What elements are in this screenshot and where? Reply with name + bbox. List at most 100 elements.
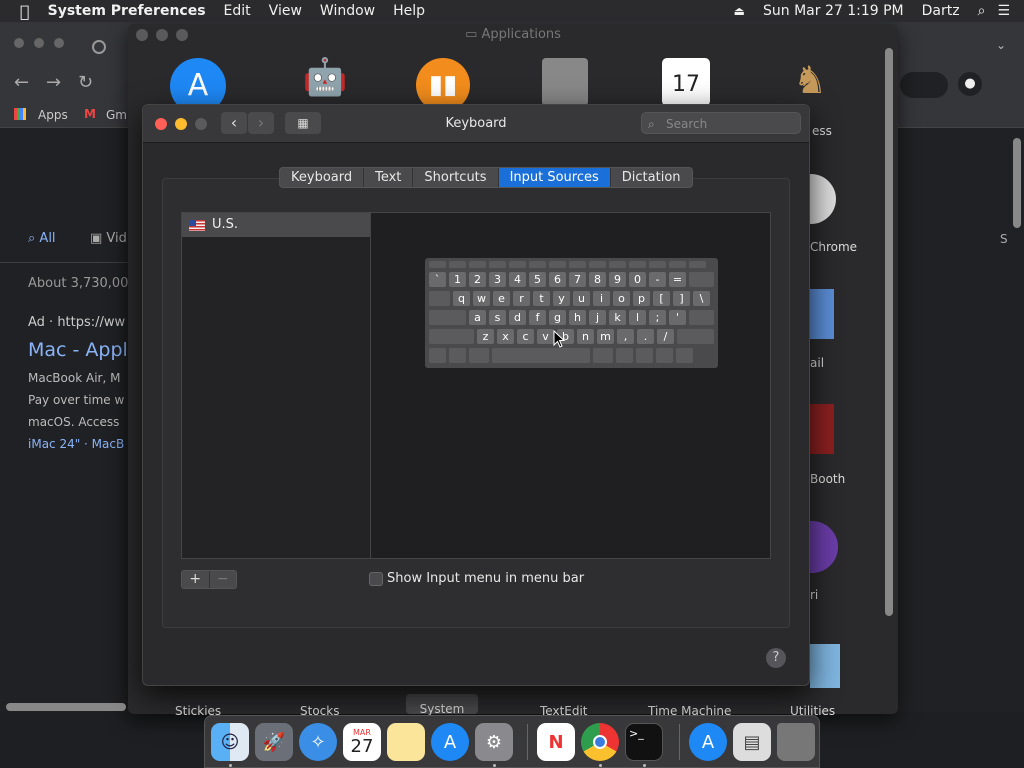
finder-scrollbar[interactable] (885, 48, 893, 616)
key-]: ] (673, 291, 690, 306)
input-source-list[interactable]: U.S. (181, 212, 371, 559)
tab-keyboard[interactable]: Keyboard (280, 168, 365, 187)
spotlight-icon[interactable]: ⌕ (978, 3, 986, 19)
trash-icon[interactable] (777, 723, 815, 761)
chrome-app-icon[interactable] (808, 174, 836, 224)
app-store-icon[interactable]: A (431, 723, 469, 761)
utilities-folder-icon[interactable] (810, 644, 840, 688)
add-source-button[interactable]: + (182, 571, 209, 588)
calculator-icon[interactable] (542, 58, 588, 106)
chevron-right-icon: › (257, 113, 265, 132)
user-name[interactable]: Dartz (922, 3, 960, 19)
zoom-button[interactable] (195, 118, 207, 130)
apple-menu-icon[interactable]:  (20, 2, 30, 21)
chess-icon[interactable]: ♞ (784, 58, 836, 110)
key-1: 1 (449, 272, 466, 287)
launchpad-icon[interactable]: 🚀 (255, 723, 293, 761)
menu-app-name[interactable]: System Preferences (48, 3, 206, 19)
profile-icon[interactable]: ● (958, 72, 982, 96)
bookmark-apps[interactable]: Apps (38, 108, 68, 122)
calendar-app-icon[interactable]: 17 (662, 58, 710, 106)
bottom-row-key (636, 348, 653, 363)
tab-dictation[interactable]: Dictation (611, 168, 692, 187)
terminal-icon[interactable]: >_ (625, 723, 663, 761)
key-`: ` (429, 272, 446, 287)
key--: - (649, 272, 666, 287)
close-button[interactable] (155, 118, 167, 130)
forward-button[interactable]: › (248, 112, 274, 134)
chrome-scrollbar[interactable] (1013, 138, 1021, 228)
omnibox-end[interactable] (900, 72, 948, 98)
function-key (489, 261, 506, 268)
reload-icon[interactable]: ↻ (78, 72, 93, 93)
bottom-row-key (429, 348, 446, 363)
calendar-day: 27 (350, 735, 374, 757)
bottom-row-key (469, 348, 489, 363)
window-title: Keyboard (445, 116, 507, 131)
remove-source-button[interactable]: − (208, 571, 236, 588)
function-key (549, 261, 566, 268)
key-5: 5 (529, 272, 546, 287)
ad-title[interactable]: Mac - Apple (28, 339, 140, 361)
control-center-icon[interactable]: ☰ (997, 3, 1010, 19)
menu-help[interactable]: Help (393, 3, 425, 19)
key-\: \ (693, 291, 710, 306)
clock[interactable]: Sun Mar 27 1:19 PM (763, 3, 904, 19)
function-key (449, 261, 466, 268)
tab-shortcuts[interactable]: Shortcuts (413, 168, 499, 187)
list-item-us[interactable]: U.S. (182, 213, 370, 237)
key-n: n (577, 329, 594, 344)
key-3: 3 (489, 272, 506, 287)
system-preferences-icon[interactable]: ⚙ (475, 723, 513, 761)
bookmark-gmail[interactable]: Gm (106, 108, 127, 122)
menu-view[interactable]: View (269, 3, 302, 19)
show-all-button[interactable]: ▦ (285, 112, 321, 134)
finder-icon[interactable]: ☺ (211, 723, 249, 761)
chrome-icon[interactable] (581, 723, 619, 761)
chrome-close-dot[interactable] (14, 38, 24, 48)
menu-edit[interactable]: Edit (224, 3, 251, 19)
safari-icon[interactable]: ✧ (299, 723, 337, 761)
tab-text[interactable]: Text (364, 168, 414, 187)
chevron-left-icon: ‹ (230, 113, 238, 132)
chrome-zoom-dot[interactable] (54, 38, 64, 48)
chevron-down-icon[interactable]: ⌄ (996, 38, 1006, 52)
gmail-icon: M (84, 107, 96, 121)
calendar-icon[interactable]: MAR 27 (343, 723, 381, 761)
help-button[interactable]: ? (766, 648, 786, 668)
key-8: 8 (589, 272, 606, 287)
news-icon[interactable]: N (537, 723, 575, 761)
show-input-menu-label[interactable]: Show Input menu in menu bar (387, 571, 584, 586)
bottom-row-key (593, 348, 613, 363)
search-tab-all[interactable]: ⌕ All (28, 231, 56, 246)
search-tab-video[interactable]: ▣ Vid (90, 231, 127, 246)
search-input[interactable]: ⌕ Search (641, 112, 801, 134)
app-store-icon[interactable]: A (689, 723, 727, 761)
eject-icon[interactable]: ⏏ (734, 4, 745, 18)
function-key (469, 261, 486, 268)
show-input-menu-checkbox[interactable] (369, 572, 383, 586)
photo-booth-icon[interactable] (810, 404, 834, 454)
key-p: p (633, 291, 650, 306)
chrome-horizontal-scrollbar[interactable] (6, 703, 126, 711)
ad-url[interactable]: Ad · https://ww (28, 315, 125, 330)
key-g: g (549, 310, 566, 325)
notes-icon[interactable] (387, 723, 425, 761)
file-icon[interactable]: ▤ (733, 723, 771, 761)
divider (0, 262, 130, 263)
minimize-button[interactable] (175, 118, 187, 130)
chrome-minimize-dot[interactable] (34, 38, 44, 48)
mail-icon[interactable] (810, 289, 834, 339)
menu-window[interactable]: Window (320, 3, 375, 19)
modifier-key (429, 291, 450, 306)
app-label-chess: ess (812, 124, 832, 138)
function-key (529, 261, 546, 268)
forward-arrow-icon[interactable]: → (46, 72, 61, 93)
function-key (429, 261, 446, 268)
back-arrow-icon[interactable]: ← (14, 72, 29, 93)
back-button[interactable]: ‹ (221, 112, 247, 134)
ad-links[interactable]: iMac 24" · MacB (28, 437, 124, 451)
siri-icon[interactable] (810, 521, 838, 573)
tab-input-sources[interactable]: Input Sources (498, 168, 611, 187)
key-f: f (529, 310, 546, 325)
